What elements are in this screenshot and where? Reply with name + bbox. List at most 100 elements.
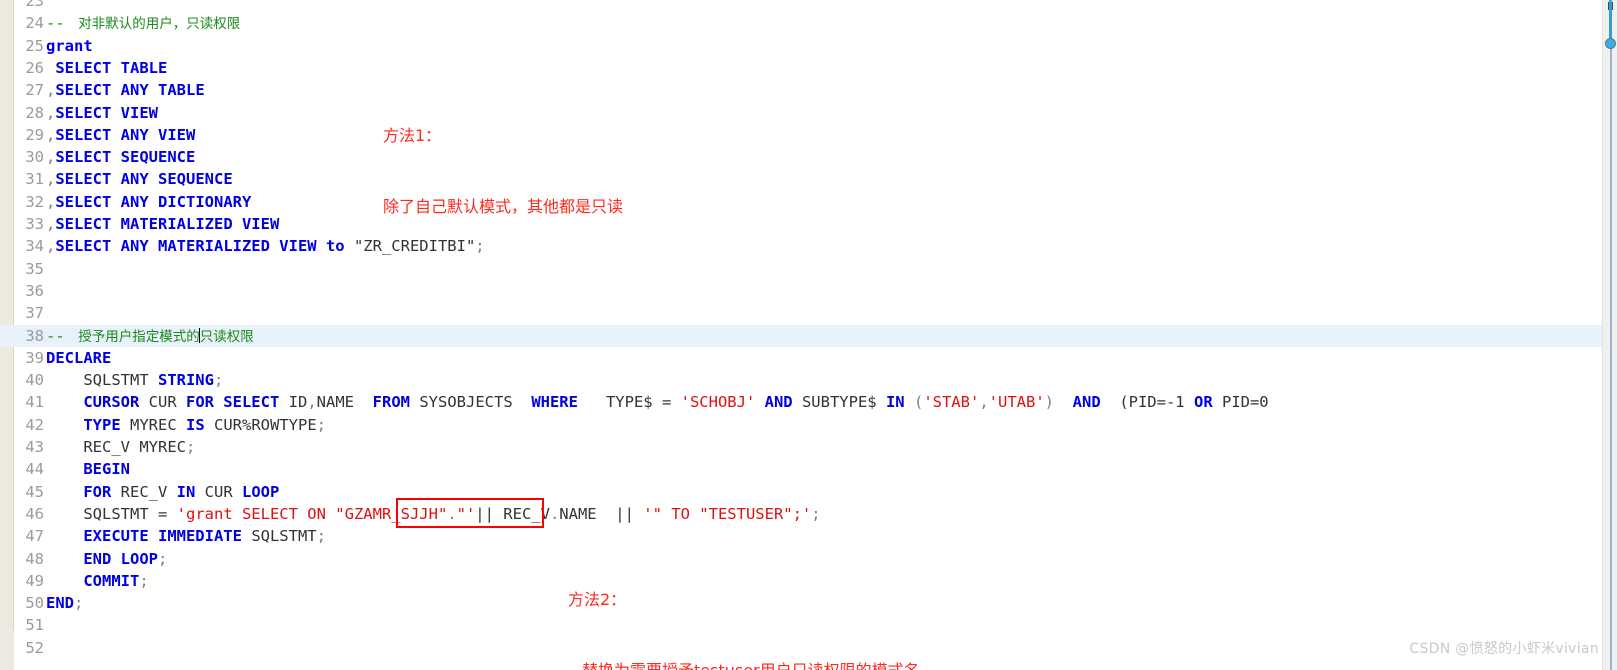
token-id: ID — [288, 393, 308, 412]
code-line-43[interactable]: 43 REC_V MYREC; — [0, 436, 1603, 458]
code-line-27[interactable]: 27 ,SELECT ANY TABLE — [0, 79, 1603, 101]
token-id — [46, 460, 83, 478]
code-line-42[interactable]: 42 TYPE MYREC IS CUR%ROWTYPE; — [0, 414, 1603, 436]
code-line-26[interactable]: 26 SELECT TABLE — [0, 57, 1603, 79]
scrollbar-thumb[interactable] — [1609, 0, 1612, 42]
token-kw: SELECT SEQUENCE — [55, 148, 196, 167]
token-cmtcn: 授予用户指定模式的 — [74, 328, 200, 345]
code-line-30[interactable]: 30 ,SELECT SEQUENCE — [0, 146, 1603, 168]
line-content[interactable]: CURSOR CUR FOR SELECT ID,NAME FROM SYSOB… — [46, 391, 1268, 413]
code-line-37[interactable]: 37 — [0, 302, 1603, 324]
code-line-38[interactable]: 38 -- 授予用户指定模式的只读权限 — [0, 324, 1603, 348]
line-number: 47 — [25, 527, 44, 546]
line-number: 30 — [25, 148, 44, 167]
line-number: 33 — [25, 215, 44, 233]
token-kw: FROM — [372, 393, 420, 412]
code-line-35[interactable]: 35 — [0, 258, 1603, 280]
line-content[interactable]: REC_V MYREC; — [46, 436, 195, 458]
code-line-40[interactable]: 40 SQLSTMT STRING; — [0, 369, 1603, 391]
line-content[interactable]: END LOOP; — [46, 548, 167, 570]
code-line-39[interactable]: 39 DECLARE — [0, 347, 1603, 369]
token-cmt: -- — [46, 14, 74, 33]
token-punc: ) — [1044, 393, 1073, 412]
line-number: 39 — [25, 348, 44, 367]
line-number: 29 — [25, 125, 44, 144]
token-kw: FOR — [83, 482, 121, 501]
line-content[interactable]: BEGIN — [46, 458, 130, 480]
token-punc: , — [46, 192, 56, 211]
line-number: 43 — [25, 438, 44, 456]
code-line-45[interactable]: 45 FOR REC_V IN CUR LOOP — [0, 481, 1603, 503]
token-id: MYREC — [130, 415, 186, 434]
line-number: 49 — [25, 571, 44, 590]
token-id: CUR — [204, 482, 242, 501]
code-editor[interactable]: 23 24 -- 对非默认的用户，只读权限 25 grant 26 SELECT TABL… — [0, 0, 1617, 670]
token-kw: AND — [764, 393, 802, 412]
token-id: NAME || — [559, 504, 644, 523]
line-content[interactable]: -- 对非默认的用户，只读权限 — [46, 12, 240, 35]
line-number: 28 — [25, 103, 44, 122]
code-line-25[interactable]: 25 grant — [0, 35, 1603, 57]
line-number: 44 — [25, 460, 44, 479]
scrollbar-thumb-handle-icon[interactable] — [1605, 38, 1616, 49]
line-number: 37 — [25, 304, 44, 323]
code-line-28[interactable]: 28 ,SELECT VIEW — [0, 102, 1603, 124]
line-content[interactable]: ,SELECT ANY SEQUENCE — [46, 168, 233, 190]
line-content[interactable]: grant — [46, 35, 93, 57]
token-kw: EXECUTE IMMEDIATE — [83, 527, 252, 546]
token-str: "GZAMR_SJJH" — [335, 504, 448, 523]
token-id: SQLSTMT = — [46, 504, 177, 523]
line-content[interactable]: SQLSTMT STRING; — [46, 369, 223, 391]
token-id: REC_V MYREC — [46, 438, 186, 456]
line-content[interactable]: ,SELECT MATERIALIZED VIEW — [46, 213, 279, 235]
line-content[interactable]: END; — [46, 592, 83, 614]
line-content[interactable]: DECLARE — [46, 347, 111, 369]
annotation-method-2-title: 方法2： — [568, 590, 627, 609]
line-content[interactable]: ,SELECT ANY TABLE — [46, 79, 205, 101]
token-punc: ; — [811, 504, 821, 523]
token-kw: SELECT VIEW — [55, 103, 158, 122]
code-line-36[interactable]: 36 — [0, 280, 1603, 302]
token-punc: , — [46, 125, 56, 144]
token-punc: . — [549, 504, 560, 523]
token-punc: ; — [316, 415, 326, 434]
line-content[interactable]: COMMIT; — [46, 570, 148, 592]
line-content[interactable]: ,SELECT ANY VIEW — [46, 124, 195, 146]
token-kw: SELECT ANY SEQUENCE — [55, 170, 233, 189]
line-content[interactable]: TYPE MYREC IS CUR%ROWTYPE; — [46, 414, 326, 436]
token-str: 'STAB' — [923, 393, 980, 412]
code-line-47[interactable]: 47 EXECUTE IMMEDIATE SQLSTMT; — [0, 525, 1603, 547]
token-punc: , — [46, 237, 56, 256]
token-kw: CURSOR — [83, 393, 149, 412]
code-line-31[interactable]: 31 ,SELECT ANY SEQUENCE — [0, 168, 1603, 190]
line-content[interactable]: FOR REC_V IN CUR LOOP — [46, 481, 279, 503]
token-id: CUR%ROWTYPE — [214, 415, 317, 434]
line-content[interactable]: SQLSTMT = 'grant SELECT ON "GZAMR_SJJH".… — [46, 503, 821, 525]
code-line-41[interactable]: 41 CURSOR CUR FOR SELECT ID,NAME FROM SY… — [0, 391, 1603, 413]
code-line-33[interactable]: 33 ,SELECT MATERIALIZED VIEW — [0, 213, 1603, 235]
line-content[interactable]: SELECT TABLE — [46, 57, 167, 79]
code-line-24[interactable]: 24 -- 对非默认的用户，只读权限 — [0, 12, 1603, 34]
code-line-34[interactable]: 34 ,SELECT ANY MATERIALIZED VIEW to "ZR_C… — [0, 235, 1603, 257]
code-line-32[interactable]: 32 ,SELECT ANY DICTIONARY — [0, 191, 1603, 213]
vertical-scrollbar[interactable] — [1602, 0, 1617, 670]
code-line-23[interactable]: 23 — [0, 0, 1603, 12]
token-punc: . — [447, 504, 457, 523]
code-line-44[interactable]: 44 BEGIN — [0, 458, 1603, 480]
token-kw: IN — [176, 482, 205, 501]
scrollbar-track[interactable] — [1610, 0, 1612, 670]
token-kw: SELECT TABLE — [55, 58, 168, 77]
token-id — [46, 393, 83, 411]
line-content[interactable]: ,SELECT VIEW — [46, 102, 158, 124]
token-id: CUR — [148, 393, 186, 412]
code-line-29[interactable]: 29 ,SELECT ANY VIEW — [0, 124, 1603, 146]
line-content[interactable]: EXECUTE IMMEDIATE SQLSTMT; — [46, 525, 326, 547]
line-content[interactable]: ,SELECT ANY DICTIONARY — [46, 191, 251, 213]
line-content[interactable]: -- 授予用户指定模式的只读权限 — [46, 325, 254, 348]
line-content[interactable]: ,SELECT SEQUENCE — [46, 146, 195, 168]
code-line-46[interactable]: 46 SQLSTMT = 'grant SELECT ON "GZAMR_SJJ… — [0, 503, 1603, 525]
token-kw: grant — [46, 36, 93, 55]
token-punc: ; — [74, 594, 84, 613]
line-number: 31 — [25, 170, 44, 189]
token-punc: , — [46, 103, 56, 122]
